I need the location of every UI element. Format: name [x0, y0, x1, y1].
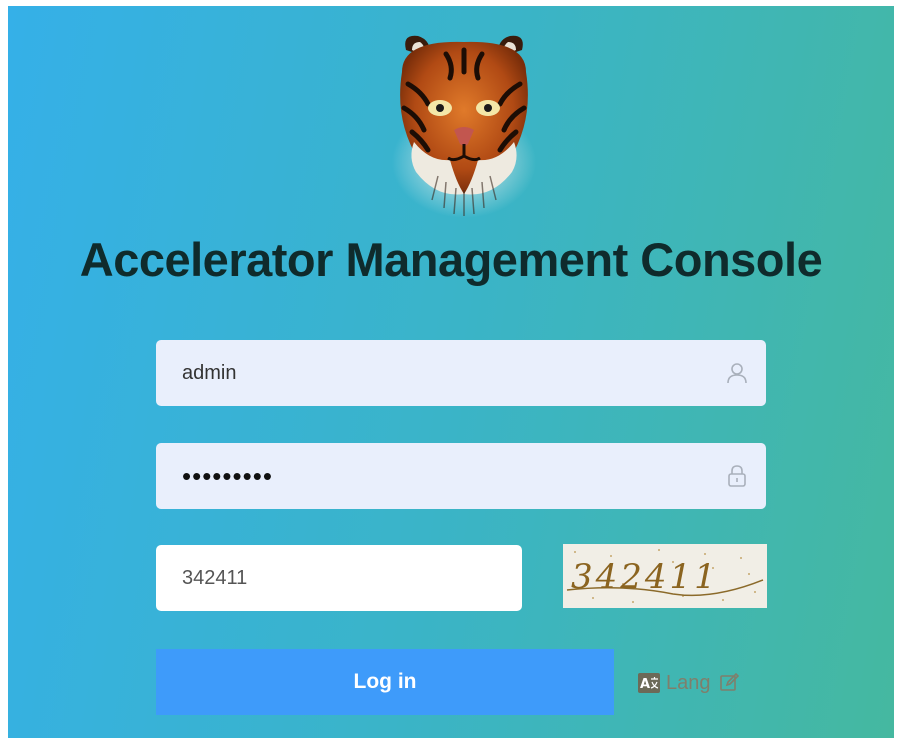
username-field[interactable]	[156, 340, 766, 406]
login-page: Accelerator Management Console 342411 Lo	[8, 6, 894, 738]
captcha-text: 342411	[571, 557, 719, 597]
lock-icon	[728, 465, 746, 487]
captcha-image[interactable]: 342411	[563, 544, 767, 608]
password-field[interactable]	[156, 443, 766, 509]
page-title: Accelerator Management Console	[79, 233, 823, 286]
svg-text:A: A	[640, 677, 650, 692]
tiger-head-logo	[392, 35, 536, 218]
user-icon	[727, 363, 747, 384]
edit-icon	[719, 673, 739, 691]
captcha-input[interactable]	[156, 545, 522, 611]
language-switcher[interactable]: A Lang	[638, 671, 739, 695]
captcha-field[interactable]	[156, 545, 522, 611]
login-button[interactable]: Log in	[156, 649, 614, 715]
username-input[interactable]	[156, 340, 766, 406]
translate-icon: A	[638, 673, 660, 693]
password-input[interactable]	[156, 443, 766, 509]
language-label: Lang	[666, 671, 711, 694]
